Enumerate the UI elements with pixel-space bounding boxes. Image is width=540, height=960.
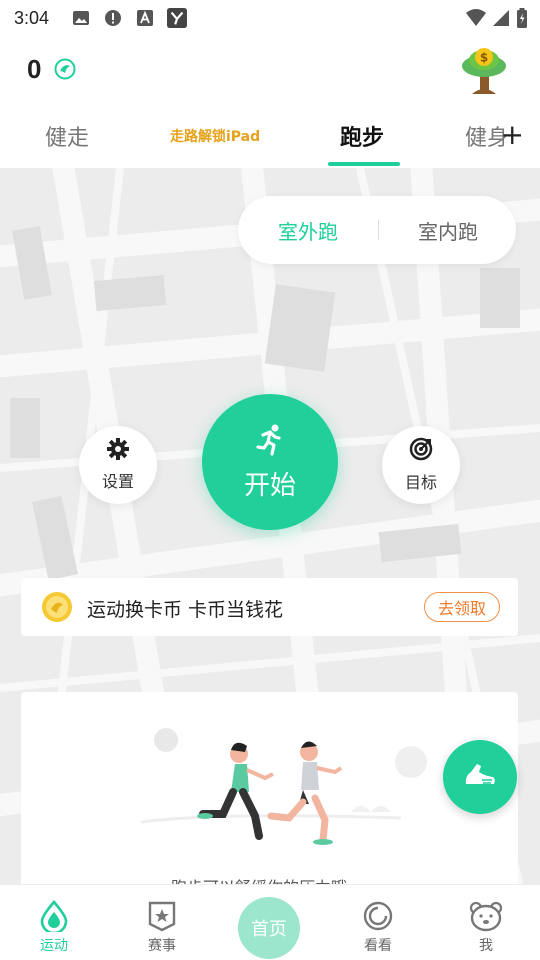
running-shoe-icon <box>463 760 497 794</box>
target-icon <box>409 437 433 465</box>
status-bar: 3:04 <box>0 0 540 36</box>
status-time: 3:04 <box>14 7 50 28</box>
tab-running[interactable]: 跑步 <box>340 108 384 164</box>
battery-icon <box>516 8 528 32</box>
nav-sport[interactable]: 运动 <box>14 885 94 960</box>
start-label: 开始 <box>243 470 296 501</box>
indoor-run-option[interactable]: 室内跑 <box>418 196 478 264</box>
nav-events[interactable]: 赛事 <box>122 885 202 960</box>
drop-icon <box>39 899 69 933</box>
header: 0 $ <box>0 40 540 100</box>
map-view[interactable]: 室外跑 室内跑 设置 开始 目标 运动换卡币 卡币当钱花 去领取 跑步可以舒缓你… <box>0 168 540 888</box>
top-tabs: 健走 走路解锁iPad 跑步 健身 + <box>0 108 540 168</box>
settings-label: 设置 <box>101 472 134 491</box>
tab-walk-unlock-ipad[interactable]: 走路解锁iPad <box>170 108 260 164</box>
running-tip-card: 跑步可以舒缓你的压力哦 <box>21 692 518 888</box>
coin-promo-banner[interactable]: 运动换卡币 卡币当钱花 去领取 <box>21 578 518 636</box>
active-tab-indicator <box>328 162 400 166</box>
mode-divider <box>378 220 379 240</box>
nav-events-label: 赛事 <box>148 938 176 954</box>
a-badge-icon <box>135 8 155 28</box>
wifi-icon <box>466 9 486 31</box>
image-icon <box>71 8 91 28</box>
gear-icon <box>107 438 129 464</box>
nav-me[interactable]: 我 <box>446 885 526 960</box>
signal-icon <box>492 9 510 31</box>
shoe-button[interactable] <box>443 740 517 814</box>
settings-button[interactable]: 设置 <box>79 426 157 504</box>
nav-watch-label: 看看 <box>364 938 392 954</box>
claim-button[interactable]: 去领取 <box>424 592 500 622</box>
bottom-nav: 运动 赛事 首页 看看 我 <box>0 884 540 960</box>
gold-coin-icon <box>41 591 73 627</box>
run-mode-toggle: 室外跑 室内跑 <box>238 196 516 264</box>
y-app-icon <box>167 8 188 28</box>
nav-home[interactable]: 首页 <box>238 897 300 959</box>
alert-icon <box>103 8 123 28</box>
leaf-coin-icon[interactable] <box>54 58 76 84</box>
coin-count[interactable]: 0 <box>27 54 41 85</box>
promo-text: 运动换卡币 卡币当钱花 <box>87 599 284 621</box>
add-tab-button[interactable]: + <box>501 118 524 151</box>
start-button[interactable]: 开始 <box>202 394 338 530</box>
target-label: 目标 <box>404 473 437 492</box>
runner-icon <box>253 423 287 461</box>
nav-me-label: 我 <box>479 938 493 954</box>
bear-icon <box>469 899 503 933</box>
money-tree-icon[interactable]: $ <box>458 44 510 100</box>
nav-watch[interactable]: 看看 <box>338 885 418 960</box>
nav-home-label: 首页 <box>251 919 287 940</box>
target-button[interactable]: 目标 <box>382 426 460 504</box>
tab-walk[interactable]: 健走 <box>45 108 89 164</box>
outdoor-run-option[interactable]: 室外跑 <box>278 196 338 264</box>
svg-text:$: $ <box>480 51 488 65</box>
nav-sport-label: 运动 <box>40 938 68 954</box>
swirl-icon <box>362 899 394 933</box>
badge-star-icon <box>147 899 177 933</box>
